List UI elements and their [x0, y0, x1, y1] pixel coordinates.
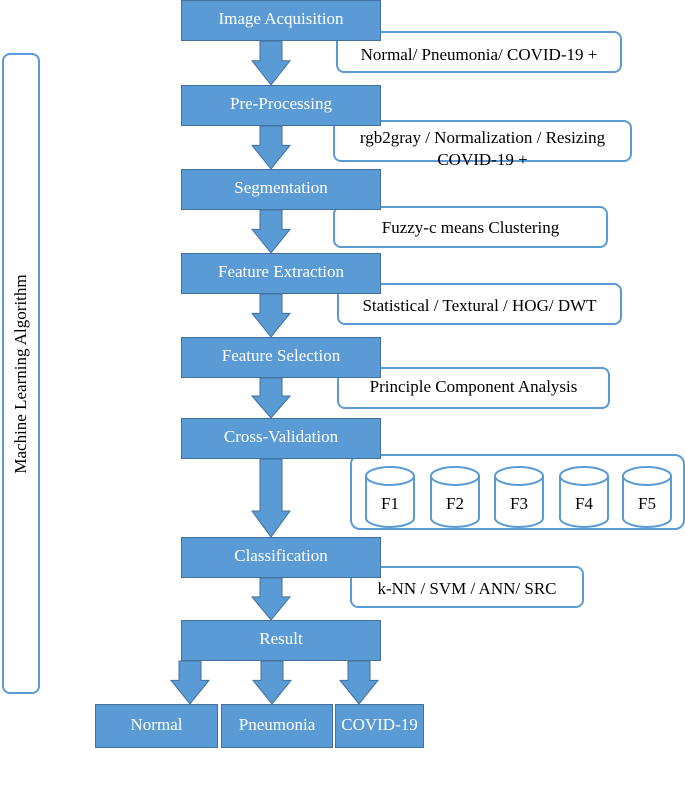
output-pneumonia: Pneumonia — [221, 704, 333, 748]
fold-cylinder: F5 — [622, 466, 672, 528]
step-segmentation: Segmentation — [181, 169, 381, 210]
note-segmentation: Fuzzy-c means Clustering — [333, 206, 608, 248]
fold-label: F3 — [510, 494, 528, 513]
note-text: Principle Component Analysis — [369, 377, 578, 396]
fold-cylinder: F4 — [559, 466, 609, 528]
fold-cylinder: F3 — [494, 466, 544, 528]
ml-algorithm-bracket: Machine Learning Algorithm — [2, 53, 40, 694]
step-feature-selection: Feature Selection — [181, 337, 381, 378]
fold-label: F4 — [575, 494, 593, 513]
down-arrow — [251, 660, 293, 705]
step-pre-processing: Pre-Processing — [181, 85, 381, 126]
note-text: COVID-19 + — [437, 150, 528, 169]
step-classification: Classification — [181, 537, 381, 578]
fold-label: F5 — [638, 494, 656, 513]
down-arrow — [250, 577, 292, 621]
ml-algorithm-label: Machine Learning Algorithm — [11, 273, 30, 474]
step-result: Result — [181, 620, 381, 661]
down-arrow — [251, 458, 291, 538]
down-arrow — [169, 660, 211, 705]
output-covid: COVID-19 + — [335, 704, 424, 774]
fold-cylinder: F2 — [430, 466, 480, 528]
note-text: rgb2gray / Normalization / Resizing — [359, 128, 606, 147]
step-image-acquisition: Image Acquisition — [181, 0, 381, 41]
down-arrow — [338, 660, 380, 705]
down-arrow — [250, 209, 292, 254]
down-arrow — [250, 293, 292, 338]
fold-label: F1 — [381, 494, 399, 513]
note-text: Fuzzy-c means Clustering — [381, 218, 560, 237]
step-cross-validation: Cross-Validation — [181, 418, 381, 459]
down-arrow — [250, 125, 292, 170]
note-classification: k-NN / SVM / ANN/ SRC — [350, 566, 584, 608]
note-text: k-NN / SVM / ANN/ SRC — [377, 579, 557, 598]
down-arrow — [250, 377, 292, 419]
note-text: Statistical / Textural / HOG/ DWT — [362, 296, 597, 315]
folds-container: F1 F2 F3 F4 F5 — [350, 454, 685, 530]
down-arrow — [250, 40, 292, 86]
fold-label: F2 — [446, 494, 464, 513]
fold-cylinder: F1 — [365, 466, 415, 528]
step-feature-extraction: Feature Extraction — [181, 253, 381, 294]
output-normal: Normal — [95, 704, 218, 748]
note-preprocessing: rgb2gray / Normalization / Resizing COVID… — [333, 120, 632, 169]
note-text: Normal/ Pneumonia/ COVID-19 + — [360, 45, 598, 64]
